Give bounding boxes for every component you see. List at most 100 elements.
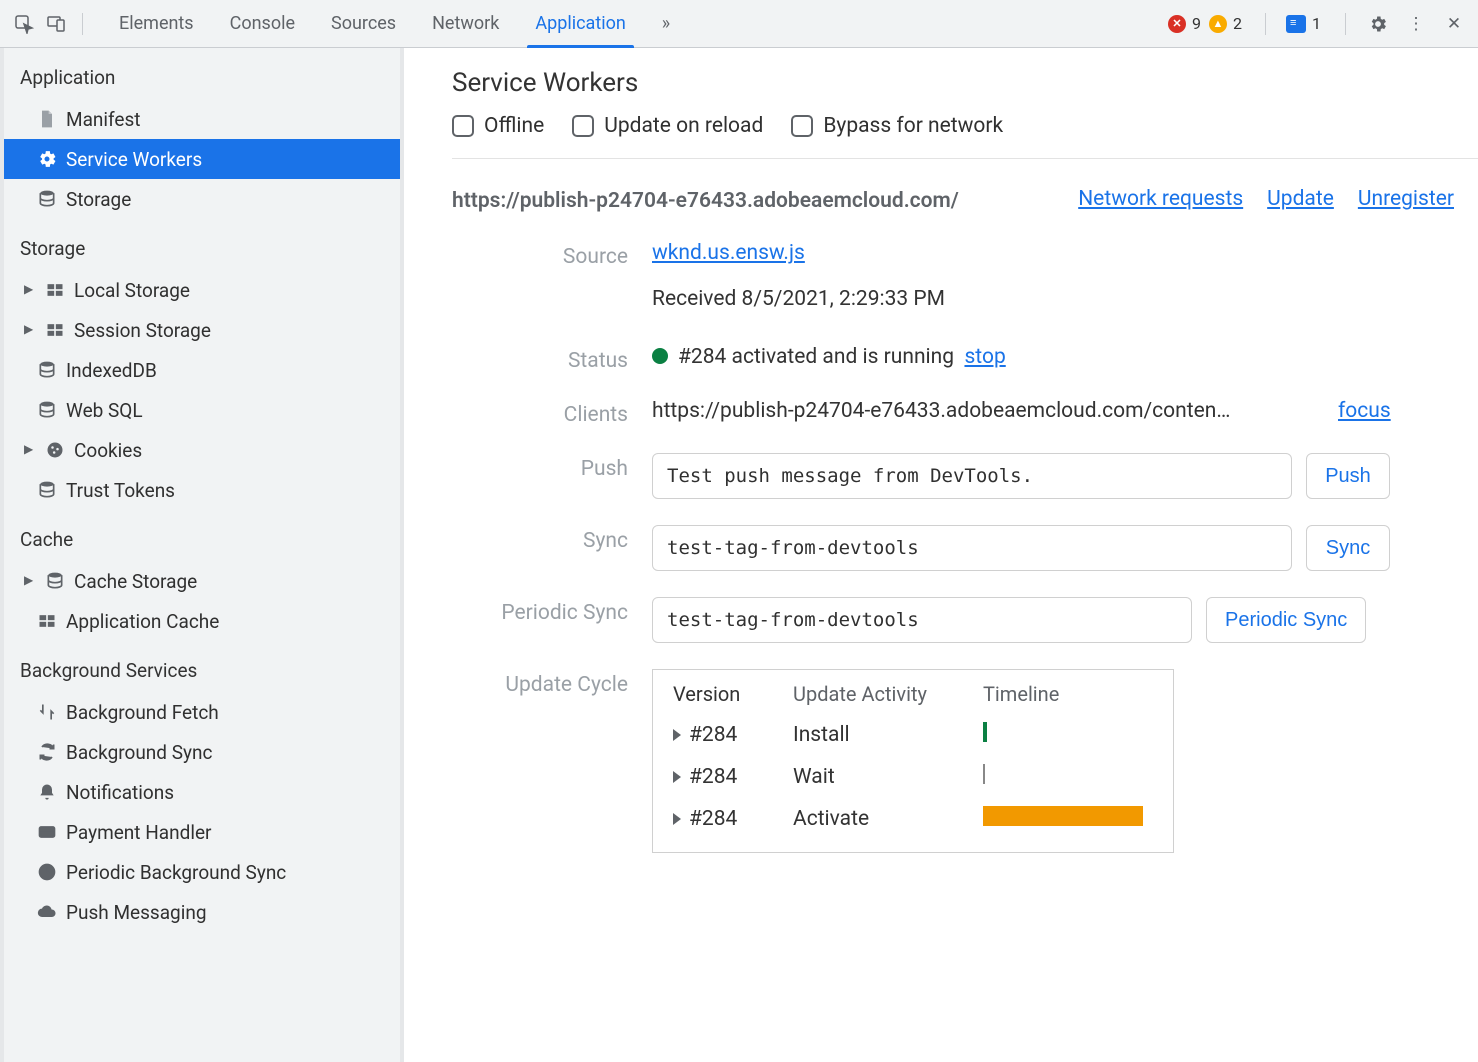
sidebar-item-label: Session Storage: [74, 319, 211, 342]
sync-button[interactable]: Sync: [1306, 525, 1390, 571]
tab-overflow[interactable]: »: [644, 0, 688, 48]
sidebar: Application Manifest Service Workers Sto…: [0, 48, 404, 1062]
unregister-link[interactable]: Unregister: [1358, 187, 1454, 211]
sidebar-item-push[interactable]: Push Messaging: [4, 892, 403, 932]
expand-icon[interactable]: ▶: [24, 573, 36, 587]
focus-link[interactable]: focus: [1338, 399, 1391, 423]
tab-console[interactable]: Console: [212, 0, 313, 48]
cell-activity: Activate: [793, 807, 983, 831]
sidebar-item-cookies[interactable]: ▶ Cookies: [4, 430, 403, 470]
bypass-checkbox[interactable]: Bypass for network: [791, 114, 1003, 138]
sidebar-item-label: Notifications: [66, 781, 174, 804]
panel-tabs: Elements Console Sources Network Applica…: [101, 0, 688, 48]
sync-input[interactable]: [652, 525, 1292, 571]
issues-icon: [1286, 15, 1306, 33]
source-link[interactable]: wknd.us.ensw.js: [652, 241, 805, 265]
th-activity: Update Activity: [793, 682, 983, 706]
sidebar-item-websql[interactable]: Web SQL: [4, 390, 403, 430]
client-url: https://publish-p24704-e76433.adobeaemcl…: [652, 399, 1322, 423]
cookie-icon: [44, 439, 66, 461]
error-icon: ✕: [1168, 15, 1186, 33]
sidebar-item-label: Cookies: [74, 439, 142, 462]
transfer-icon: [36, 701, 58, 723]
inspect-icon[interactable]: [8, 8, 40, 40]
section-storage: Storage: [4, 219, 403, 270]
network-requests-link[interactable]: Network requests: [1078, 187, 1243, 211]
topbar-divider-3: [1345, 13, 1346, 35]
expand-icon[interactable]: ▶: [24, 442, 36, 456]
periodic-sync-button[interactable]: Periodic Sync: [1206, 597, 1366, 643]
table-row[interactable]: #284Activate: [653, 798, 1173, 840]
sync-label: Sync: [452, 525, 652, 553]
sidebar-item-payment[interactable]: Payment Handler: [4, 812, 403, 852]
tab-elements[interactable]: Elements: [101, 0, 212, 48]
sidebar-item-trust-tokens[interactable]: Trust Tokens: [4, 470, 403, 510]
warning-count: 2: [1233, 14, 1242, 33]
th-timeline: Timeline: [983, 682, 1153, 706]
bypass-input[interactable]: [791, 115, 813, 137]
sidebar-item-label: Background Fetch: [66, 701, 219, 724]
sidebar-item-local-storage[interactable]: ▶Local Storage: [4, 270, 403, 310]
sidebar-item-periodic-sync[interactable]: Periodic Background Sync: [4, 852, 403, 892]
update-link[interactable]: Update: [1267, 187, 1334, 211]
update-on-reload-input[interactable]: [572, 115, 594, 137]
sw-origin: https://publish-p24704-e76433.adobeaemcl…: [452, 187, 959, 215]
sidebar-item-service-workers[interactable]: Service Workers: [4, 139, 403, 179]
sidebar-item-app-cache[interactable]: Application Cache: [4, 601, 403, 641]
bell-icon: [36, 781, 58, 803]
expand-icon[interactable]: [673, 771, 681, 783]
sidebar-item-storage[interactable]: Storage: [4, 179, 403, 219]
checkbox-label: Bypass for network: [823, 114, 1003, 138]
sidebar-item-cache-storage[interactable]: ▶Cache Storage: [4, 561, 403, 601]
sidebar-item-label: Storage: [66, 188, 131, 211]
tab-application[interactable]: Application: [517, 0, 643, 48]
table-row[interactable]: #284Install: [653, 714, 1173, 756]
sidebar-item-bg-sync[interactable]: Background Sync: [4, 732, 403, 772]
database-icon: [36, 188, 58, 210]
tab-network[interactable]: Network: [414, 0, 517, 48]
update-on-reload-checkbox[interactable]: Update on reload: [572, 114, 763, 138]
table-row[interactable]: #284Wait: [653, 756, 1173, 798]
table-icon: [44, 319, 66, 341]
device-toggle-icon[interactable]: [40, 8, 72, 40]
expand-icon[interactable]: ▶: [24, 322, 36, 336]
close-icon[interactable]: ✕: [1438, 8, 1470, 40]
tab-sources[interactable]: Sources: [313, 0, 414, 48]
sidebar-item-indexeddb[interactable]: IndexedDB: [4, 350, 403, 390]
sidebar-item-notifications[interactable]: Notifications: [4, 772, 403, 812]
offline-checkbox[interactable]: Offline: [452, 114, 544, 138]
push-button[interactable]: Push: [1306, 453, 1390, 499]
clock-icon: [36, 861, 58, 883]
cell-version: #284: [689, 723, 737, 747]
expand-icon[interactable]: ▶: [24, 282, 36, 296]
database-icon: [44, 570, 66, 592]
expand-icon[interactable]: [673, 813, 681, 825]
sidebar-item-label: Trust Tokens: [66, 479, 175, 502]
sidebar-item-label: Manifest: [66, 108, 141, 131]
received-text: Received 8/5/2021, 2:29:33 PM: [652, 287, 1454, 311]
sidebar-item-label: Payment Handler: [66, 821, 211, 844]
service-workers-panel: Service Workers Offline Update on reload…: [400, 48, 1478, 1062]
topbar-divider-2: [1265, 13, 1266, 35]
document-icon: [36, 108, 58, 130]
checkbox-label: Update on reload: [604, 114, 763, 138]
status-text: #284 activated and is running: [678, 345, 954, 369]
sidebar-item-manifest[interactable]: Manifest: [4, 99, 403, 139]
issues-badge[interactable]: 1: [1282, 14, 1329, 33]
stop-link[interactable]: stop: [964, 345, 1005, 369]
status-label: Status: [452, 345, 652, 373]
sidebar-item-bg-fetch[interactable]: Background Fetch: [4, 692, 403, 732]
more-icon[interactable]: ⋮: [1400, 8, 1432, 40]
status-dot-icon: [652, 348, 668, 364]
periodic-sync-input[interactable]: [652, 597, 1192, 643]
expand-icon[interactable]: [673, 729, 681, 741]
database-icon: [36, 479, 58, 501]
error-badge[interactable]: ✕ 9 ▲ 2: [1165, 13, 1249, 34]
settings-icon[interactable]: [1362, 8, 1394, 40]
push-input[interactable]: [652, 453, 1292, 499]
offline-input[interactable]: [452, 115, 474, 137]
clients-label: Clients: [452, 399, 652, 427]
sidebar-item-label: Service Workers: [66, 148, 202, 171]
sidebar-item-session-storage[interactable]: ▶ Session Storage: [4, 310, 403, 350]
section-cache: Cache: [4, 510, 403, 561]
